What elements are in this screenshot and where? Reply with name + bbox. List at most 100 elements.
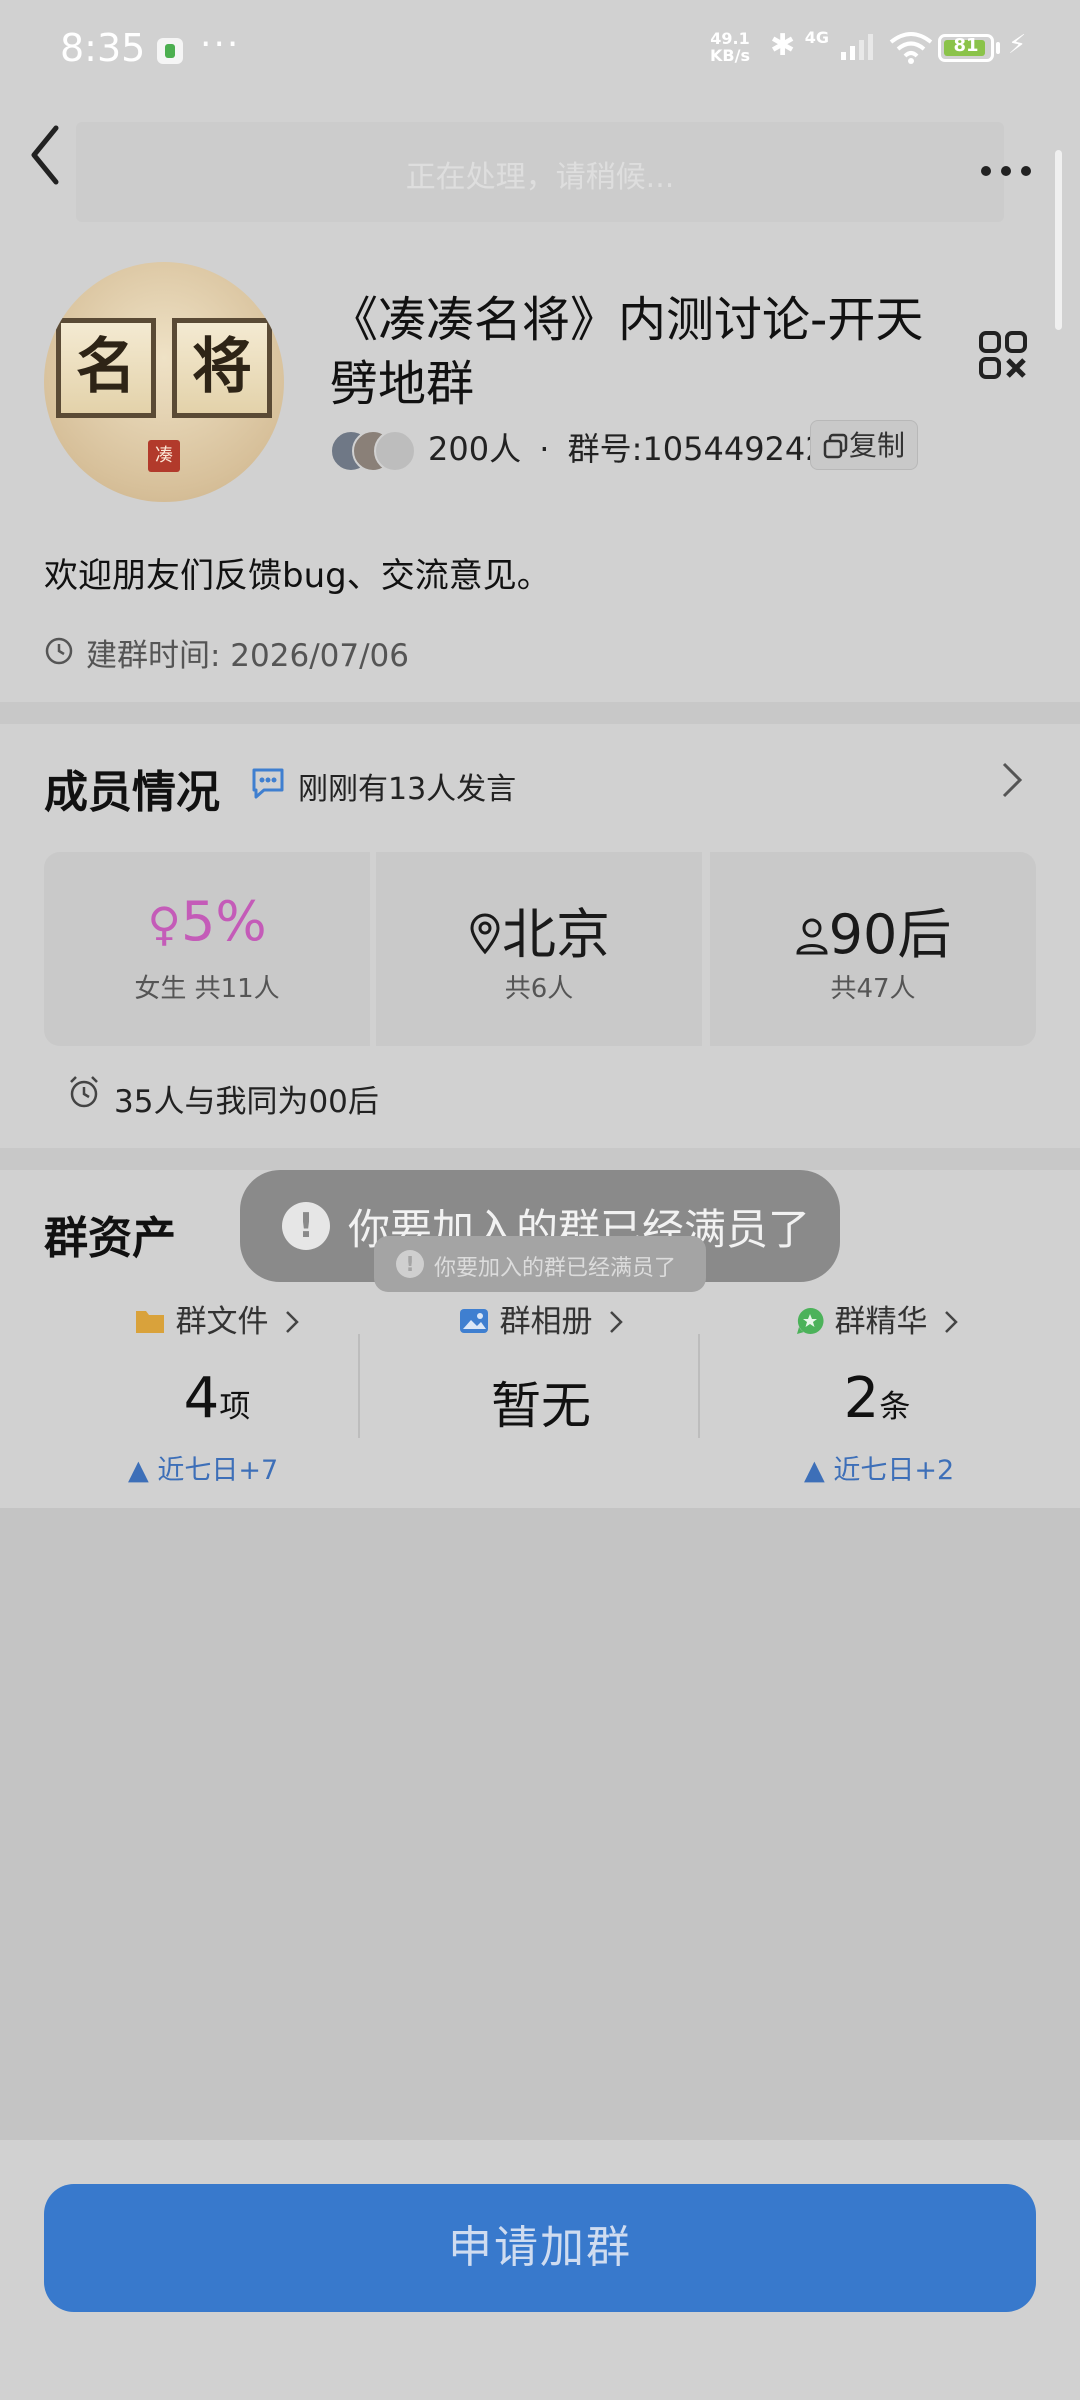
- chevron-right-icon: [945, 1311, 959, 1333]
- network-speed-unit: KB/s: [710, 46, 750, 65]
- alarm-clock-icon: [70, 1076, 98, 1108]
- warning-icon: !: [282, 1202, 330, 1250]
- scrollbar[interactable]: [1055, 150, 1062, 330]
- content-area: [0, 1508, 1080, 2140]
- image-icon: [459, 1309, 488, 1333]
- essence-trend-text: 近七日+2: [833, 1455, 955, 1486]
- status-time: 8:35: [60, 26, 146, 70]
- same-age-info: 35人与我同为00后: [114, 1084, 379, 1120]
- members-arrow-button[interactable]: [1000, 760, 1024, 804]
- files-trend-text: 近七日+7: [157, 1455, 279, 1486]
- person-icon: [796, 918, 828, 955]
- battery-tip: [996, 42, 1000, 54]
- avatar-tile-right: 将: [172, 318, 272, 418]
- assets-title: 群资产: [44, 1213, 176, 1264]
- group-number: 群号:1054492421: [567, 430, 846, 468]
- asset-header: 群相册: [458, 1304, 625, 1340]
- files-count: 4: [183, 1366, 220, 1431]
- group-album-value: 暂无: [376, 1366, 706, 1438]
- female-percent: 5%: [181, 890, 267, 953]
- join-group-button[interactable]: 申请加群: [44, 2184, 1036, 2312]
- avatar-stamp: 凑: [148, 440, 180, 472]
- chevron-right-icon: [286, 1311, 300, 1333]
- chevron-right-icon: [610, 1311, 624, 1333]
- location-stat-card[interactable]: 北京 共6人: [376, 852, 702, 1046]
- more-icon: [981, 166, 1031, 176]
- group-essence-value: 2条: [712, 1366, 1042, 1431]
- chat-bubble-icon: [252, 768, 284, 799]
- asset-header: 群文件: [134, 1304, 301, 1340]
- group-avatar[interactable]: 名 将 凑: [44, 262, 284, 502]
- group-files-label: 群文件: [175, 1304, 269, 1340]
- copy-label: 复制: [849, 429, 906, 462]
- member-avatar: [374, 430, 416, 472]
- location-name: 北京: [502, 903, 610, 966]
- essence-trend: ▲ 近七日+2: [804, 1448, 954, 1487]
- processing-overlay: 正在处理，请稍候...: [76, 122, 1004, 222]
- member-avatars[interactable]: [330, 430, 416, 472]
- essence-count: 2: [843, 1366, 880, 1431]
- member-info: 200人 · 群号:1054492421: [428, 424, 846, 470]
- more-notifications-icon: ···: [200, 24, 241, 65]
- location-stat: 北京: [376, 890, 702, 969]
- group-essence-link[interactable]: 群精华: [712, 1296, 1042, 1341]
- essence-unit: 条: [879, 1389, 911, 1425]
- network-speed: 49.1 KB/s: [710, 30, 750, 64]
- female-stat: ♀5%: [44, 890, 370, 953]
- age-count: 共47人: [830, 974, 916, 1004]
- age-stat: 90后: [710, 890, 1036, 969]
- age-stat-card[interactable]: 90后 共47人: [710, 852, 1036, 1046]
- group-album-label: 群相册: [499, 1304, 593, 1340]
- copy-icon: [823, 433, 848, 459]
- section-divider: [0, 702, 1080, 724]
- status-icons: ✱ 4G: [770, 28, 934, 64]
- created-time: 建群时间: 2026/07/06: [86, 638, 409, 674]
- cellular-signal-icon: [840, 33, 873, 60]
- bluetooth-icon: ✱: [770, 28, 796, 63]
- back-button[interactable]: [26, 120, 86, 190]
- clock-icon: [45, 637, 73, 665]
- toast-text-small: 你要加入的群已经满员了: [434, 1256, 677, 1281]
- female-icon: ♀: [147, 897, 182, 951]
- group-title: 《凑凑名将》内测讨论-开天劈地群: [330, 292, 924, 412]
- processing-text: 正在处理，请稍候...: [405, 160, 675, 195]
- signal-label: 4G: [804, 28, 829, 47]
- files-trend: ▲ 近七日+7: [128, 1448, 278, 1487]
- network-speed-value: 49.1: [710, 29, 750, 48]
- age-group: 90后: [828, 903, 952, 966]
- group-album-link[interactable]: 群相册: [376, 1296, 706, 1341]
- warning-icon: !: [396, 1250, 424, 1278]
- copy-button[interactable]: 复制: [810, 420, 919, 470]
- toast-message-small: ! 你要加入的群已经满员了: [374, 1236, 706, 1292]
- more-options-button[interactable]: [980, 138, 1032, 189]
- trend-up-icon: ▲: [804, 1455, 825, 1486]
- female-count: 女生 共11人: [134, 974, 280, 1004]
- folder-icon: [135, 1311, 164, 1333]
- member-count: 200人: [428, 430, 522, 468]
- location-pin-icon: [470, 913, 500, 955]
- asset-header: 群精华: [795, 1304, 960, 1340]
- battery-icon: 81: [938, 34, 994, 62]
- charging-icon: ⚡: [1008, 30, 1027, 60]
- files-unit: 项: [219, 1389, 251, 1425]
- group-essence-label: 群精华: [834, 1304, 928, 1340]
- album-value: 暂无: [491, 1377, 591, 1435]
- wifi-icon: [889, 31, 933, 64]
- group-files-value: 4项: [52, 1366, 382, 1431]
- avatar-tile-left: 名: [56, 318, 156, 418]
- group-files-link[interactable]: 群文件: [52, 1296, 382, 1341]
- battery-text: 81: [953, 35, 979, 56]
- chevron-right-icon: [1002, 762, 1023, 798]
- location-count: 共6人: [504, 974, 574, 1004]
- separator-dot: ·: [539, 430, 550, 468]
- star-badge-icon: [796, 1307, 824, 1334]
- members-title: 成员情况: [44, 767, 220, 818]
- app-notification-icon: [157, 38, 183, 64]
- group-description: 欢迎朋友们反馈bug、交流意见。: [44, 556, 551, 596]
- female-stat-card[interactable]: ♀5% 女生 共11人: [44, 852, 370, 1046]
- trend-up-icon: ▲: [128, 1455, 149, 1486]
- section-divider: [0, 1148, 1080, 1170]
- qr-code-icon[interactable]: [978, 330, 1028, 380]
- back-arrow-icon: [31, 125, 59, 185]
- recent-speakers[interactable]: 刚刚有13人发言: [298, 764, 516, 808]
